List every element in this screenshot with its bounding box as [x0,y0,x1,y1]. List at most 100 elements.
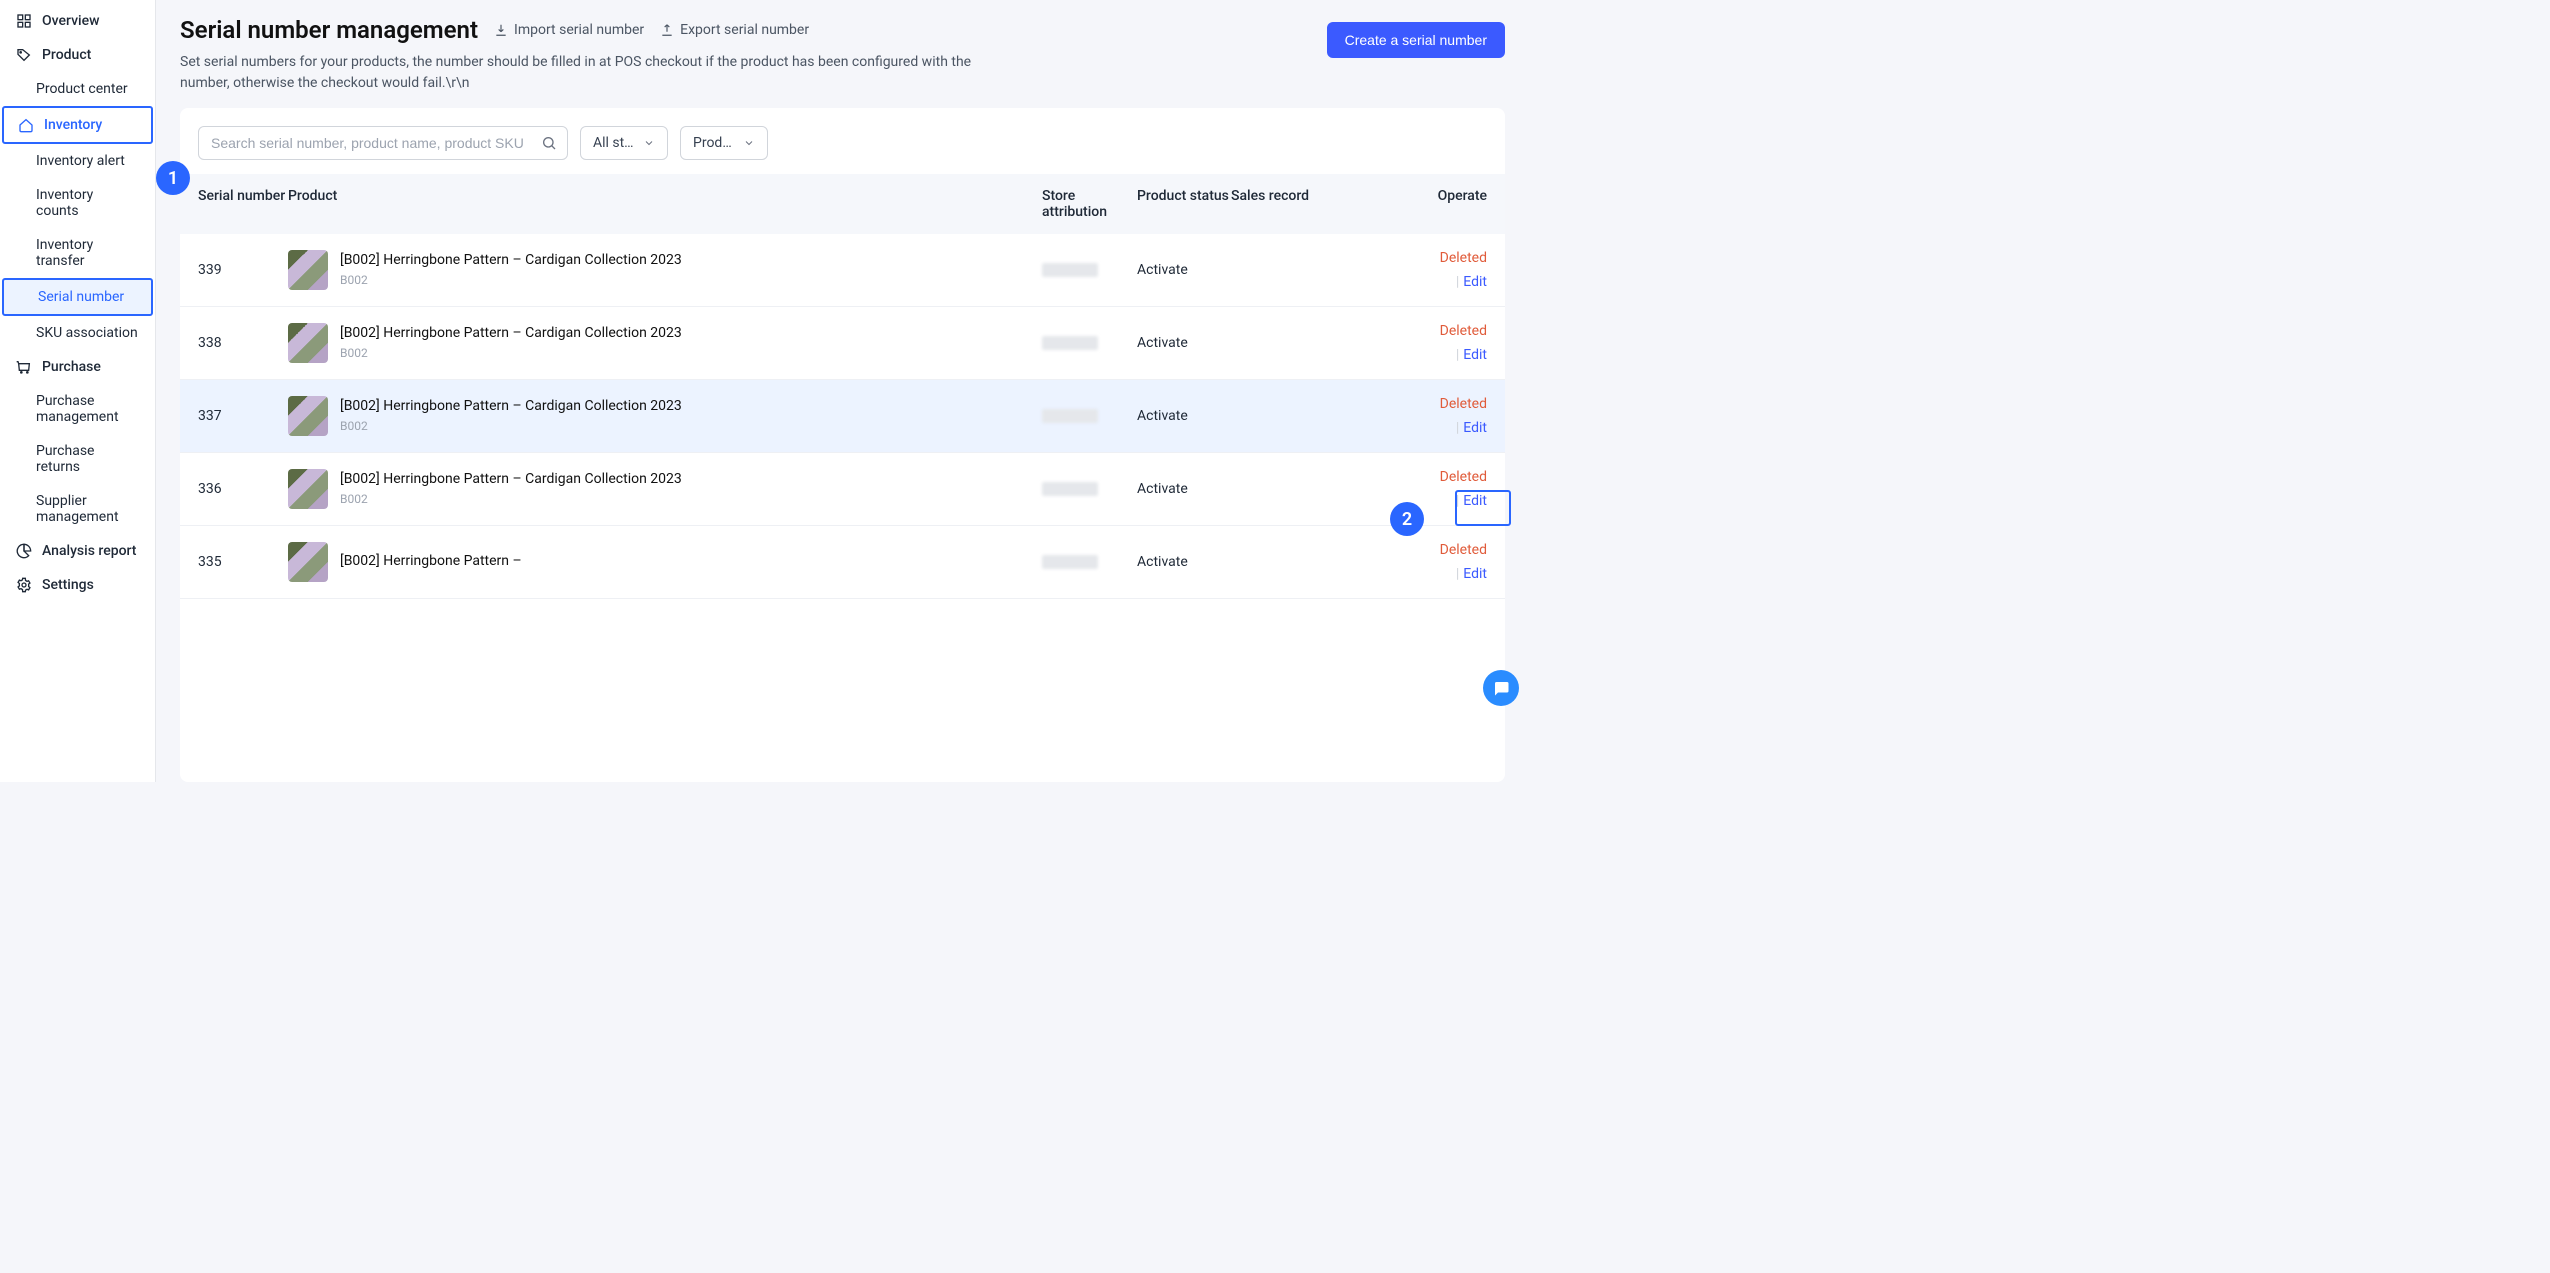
nav-inventory-transfer[interactable]: Inventory transfer [0,228,155,278]
product-cell: [B002] Herringbone Pattern – Cardigan Co… [288,250,1042,290]
nav-supplier-management[interactable]: Supplier management [0,484,155,534]
nav-label: Inventory [44,117,102,133]
col-status-header: Product status [1137,188,1231,220]
separator: | [1456,493,1459,509]
table-row[interactable]: 336 [B002] Herringbone Pattern – Cardiga… [180,453,1505,526]
delete-link[interactable]: Deleted [1421,396,1487,412]
search-input-wrapper[interactable] [198,126,568,160]
edit-link[interactable]: Edit [1463,420,1487,436]
nav-sku-association[interactable]: SKU association [0,316,155,350]
nav-purchase-returns[interactable]: Purchase returns [0,434,155,484]
status-cell: Activate [1137,408,1231,424]
content-card: All stores Product s… Serial number Prod… [180,108,1505,782]
serial-cell: 339 [198,262,288,278]
export-serial-link[interactable]: Export serial number [660,22,809,38]
nav-label: Overview [42,13,99,29]
sidebar: Overview Product Product center Inventor… [0,0,156,782]
table-row[interactable]: 337 [B002] Herringbone Pattern – Cardiga… [180,380,1505,453]
home-icon [18,117,34,133]
table-body: 339 [B002] Herringbone Pattern – Cardiga… [180,234,1505,782]
delete-link[interactable]: Deleted [1421,250,1487,266]
tag-icon [16,47,32,63]
table-header: Serial number Product Store attribution … [180,174,1505,234]
product-name: [B002] Herringbone Pattern – Cardigan Co… [340,397,682,416]
edit-link[interactable]: Edit [1463,347,1487,363]
col-store-header: Store attribution [1042,188,1137,220]
page-description: Set serial numbers for your products, th… [180,52,1000,94]
nav-label: SKU association [36,325,138,341]
annotation-badge-1: 1 [156,161,190,195]
page-header: Serial number management Import serial n… [156,0,1529,108]
operate-cell: Deleted | Edit [1421,542,1487,582]
search-input[interactable] [199,127,567,159]
table-row[interactable]: 338 [B002] Herringbone Pattern – Cardiga… [180,307,1505,380]
product-sku: B002 [340,272,682,288]
operate-cell: Deleted | Edit [1421,250,1487,290]
table-row[interactable]: 339 [B002] Herringbone Pattern – Cardiga… [180,234,1505,307]
import-serial-link[interactable]: Import serial number [494,22,644,38]
grid-icon [16,13,32,29]
nav-purchase[interactable]: Purchase [0,350,155,384]
nav-label: Analysis report [42,543,136,559]
nav-label: Serial number [38,289,124,305]
delete-link[interactable]: Deleted [1421,542,1487,558]
nav-label: Product center [36,81,128,97]
chat-icon [1492,679,1510,697]
table-row[interactable]: 335 [B002] Herringbone Pattern – Activat… [180,526,1505,599]
product-cell: [B002] Herringbone Pattern – [288,542,1042,582]
product-thumbnail [288,469,328,509]
redacted-store [1042,482,1098,496]
chat-fab[interactable] [1483,670,1519,706]
separator: | [1456,566,1459,582]
delete-link[interactable]: Deleted [1421,469,1487,485]
nav-overview[interactable]: Overview [0,4,155,38]
separator: | [1456,274,1459,290]
product-sku: B002 [340,491,682,507]
store-cell [1042,336,1137,350]
nav-settings[interactable]: Settings [0,568,155,602]
status-cell: Activate [1137,262,1231,278]
export-label: Export serial number [680,22,809,38]
edit-link[interactable]: Edit [1463,493,1487,509]
main-content: Serial number management Import serial n… [156,0,1529,782]
product-thumbnail [288,396,328,436]
gear-icon [16,577,32,593]
product-thumbnail [288,323,328,363]
nav-label: Inventory transfer [36,237,139,269]
nav-label: Settings [42,577,94,593]
store-cell [1042,482,1137,496]
operate-cell: Deleted | Edit [1421,396,1487,436]
nav-label: Purchase [42,359,101,375]
nav-label: Inventory counts [36,187,139,219]
store-filter-select[interactable]: All stores [580,126,668,160]
nav-label: Product [42,47,91,63]
product-thumbnail [288,542,328,582]
edit-link[interactable]: Edit [1463,566,1487,582]
separator: | [1456,420,1459,436]
create-serial-button[interactable]: Create a serial number [1327,22,1505,58]
chevron-down-icon [643,137,655,149]
select-value: All stores [593,135,635,151]
page-title: Serial number management [180,16,478,44]
nav-inventory-alert[interactable]: Inventory alert [0,144,155,178]
search-icon [541,135,557,151]
store-cell [1042,263,1137,277]
download-icon [494,23,508,37]
nav-product[interactable]: Product [0,38,155,72]
nav-product-center[interactable]: Product center [0,72,155,106]
nav-purchase-management[interactable]: Purchase management [0,384,155,434]
redacted-store [1042,555,1098,569]
nav-analysis-report[interactable]: Analysis report [0,534,155,568]
delete-link[interactable]: Deleted [1421,323,1487,339]
serial-cell: 335 [198,554,288,570]
edit-link[interactable]: Edit [1463,274,1487,290]
serial-cell: 337 [198,408,288,424]
status-cell: Activate [1137,554,1231,570]
nav-inventory[interactable]: Inventory [2,106,153,144]
nav-serial-number[interactable]: Serial number [2,278,153,316]
col-serial-header: Serial number [198,188,288,220]
status-filter-select[interactable]: Product s… [680,126,768,160]
product-sku: B002 [340,418,682,434]
store-cell [1042,409,1137,423]
nav-inventory-counts[interactable]: Inventory counts [0,178,155,228]
